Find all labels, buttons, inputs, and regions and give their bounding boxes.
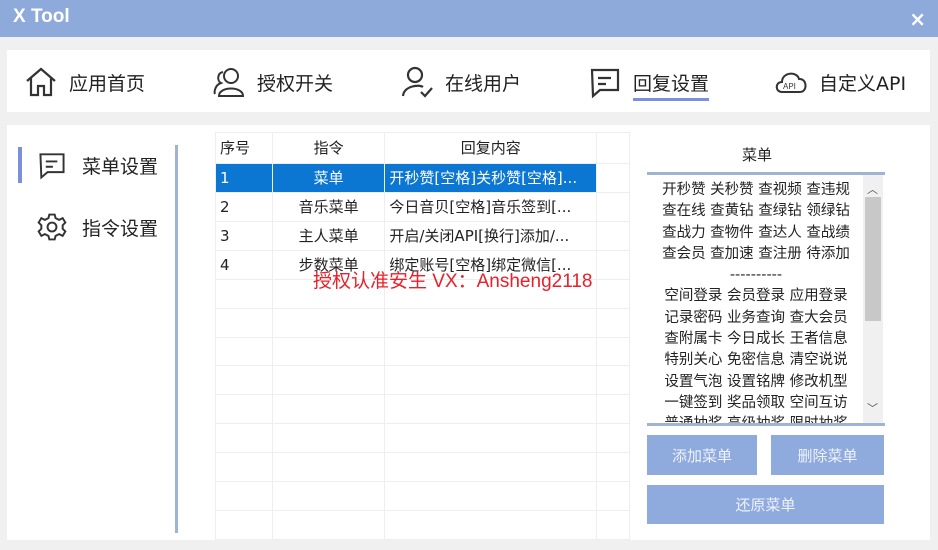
sidebar-item-command-settings[interactable]: 指令设置 <box>18 207 158 247</box>
delete-menu-button[interactable]: 删除菜单 <box>771 435 884 475</box>
active-indicator <box>18 147 22 183</box>
cell-command: 主人菜单 <box>271 220 386 251</box>
nav-label: 在线用户 <box>445 72 522 95</box>
restore-menu-button[interactable]: 还原菜单 <box>647 485 884 524</box>
table-row[interactable]: 3 主人菜单 开启/关闭API[换行]添加/... <box>215 220 630 251</box>
menu-line: 查会员 查加速 查注册 待添加 <box>662 245 850 262</box>
menu-line: 查附属卡 今日成长 王者信息 <box>664 331 848 348</box>
scroll-thumb[interactable] <box>865 197 881 321</box>
svg-text:API: API <box>783 82 796 91</box>
nav-label: 授权开关 <box>257 72 334 95</box>
cell-reply: 今日音贝[空格]音乐签到[... <box>384 191 598 222</box>
reply-table: 序号 指令 回复内容 1 菜单 开秒赞[空格]关秒赞[空格]... 2 音乐菜单 今日音… <box>215 132 630 540</box>
users-icon <box>213 68 245 97</box>
nav-label: 自定义API <box>819 72 907 95</box>
menu-line: 空间登录 会员登录 应用登录 <box>664 288 848 305</box>
table-row[interactable]: 1 菜单 开秒赞[空格]关秒赞[空格]... <box>215 162 630 193</box>
menu-label: 菜单 <box>742 146 773 164</box>
table-header: 序号 指令 回复内容 <box>215 132 630 164</box>
nav-custom-api[interactable]: API 自定义API <box>773 62 906 102</box>
menu-line: 设置气泡 设置铭牌 修改机型 <box>664 373 848 390</box>
cell-command: 菜单 <box>271 162 386 193</box>
close-button[interactable]: × <box>909 7 926 31</box>
menu-line: 普通抽奖 高级抽奖 限时抽奖 <box>664 416 848 426</box>
add-menu-button[interactable]: 添加菜单 <box>647 435 757 475</box>
menu-line: 查战力 查物件 查达人 查战绩 <box>662 224 850 241</box>
message-icon <box>590 68 620 99</box>
user-check-icon <box>401 66 433 98</box>
nav-online-users[interactable]: 在线用户 <box>399 62 521 102</box>
column-header-reply[interactable]: 回复内容 <box>384 132 598 164</box>
menu-line: 记录密码 业务查询 查大会员 <box>664 309 848 326</box>
sidebar: 菜单设置 指令设置 <box>7 125 179 540</box>
sidebar-item-menu-settings[interactable]: 菜单设置 <box>18 145 158 185</box>
message-icon <box>39 153 65 180</box>
sidebar-label: 指令设置 <box>82 217 159 240</box>
scroll-down-icon[interactable]: ﹀ <box>867 398 878 419</box>
cell-reply: 开启/关闭API[换行]添加/... <box>384 220 598 251</box>
menu-text: 开秒赞 关秒赞 查视频 查违规 查在线 查黄钻 查绿钻 领绿钻 查战力 查物件 查达… <box>656 180 856 426</box>
cell-reply: 开秒赞[空格]关秒赞[空格]... <box>384 162 598 193</box>
top-nav: 应用首页 授权开关 在线用户 回复设置 API 自定义API <box>7 50 930 112</box>
cell-index: 1 <box>215 162 273 193</box>
api-cloud-icon: API <box>775 72 807 93</box>
table-row[interactable]: 2 音乐菜单 今日音贝[空格]音乐签到[... <box>215 191 630 222</box>
sidebar-label: 菜单设置 <box>82 155 159 178</box>
nav-label: 回复设置 <box>633 69 710 101</box>
menu-line: ---------- <box>729 267 783 284</box>
nav-label: 应用首页 <box>69 72 146 95</box>
menu-textbox[interactable]: 开秒赞 关秒赞 查视频 查违规 查在线 查黄钻 查绿钻 领绿钻 查战力 查物件 查达… <box>647 172 885 426</box>
window-title: X Tool <box>13 6 70 27</box>
column-header-command[interactable]: 指令 <box>271 132 386 164</box>
nav-reply-settings[interactable]: 回复设置 <box>587 62 710 102</box>
cell-index: 2 <box>215 191 273 222</box>
nav-home[interactable]: 应用首页 <box>23 62 145 102</box>
cell-index: 3 <box>215 220 273 251</box>
menu-line: 开秒赞 关秒赞 查视频 查违规 <box>662 182 850 198</box>
sidebar-divider <box>175 145 178 533</box>
cell-index: 4 <box>215 249 273 280</box>
menu-line: 特别关心 免密信息 清空说说 <box>664 352 848 369</box>
menu-line: 查在线 查黄钻 查绿钻 领绿钻 <box>662 203 850 220</box>
title-bar: X Tool × <box>0 0 938 37</box>
gear-icon <box>37 213 67 241</box>
column-header-index[interactable]: 序号 <box>215 132 273 164</box>
menu-scrollbar[interactable]: ︿ ﹀ <box>863 175 883 423</box>
watermark: 授权认准安生 VX：Ansheng2118 <box>313 271 593 292</box>
cell-command: 音乐菜单 <box>271 191 386 222</box>
nav-auth[interactable]: 授权开关 <box>211 62 333 102</box>
home-icon <box>26 67 56 97</box>
menu-line: 一键签到 奖品领取 空间互访 <box>664 394 848 411</box>
